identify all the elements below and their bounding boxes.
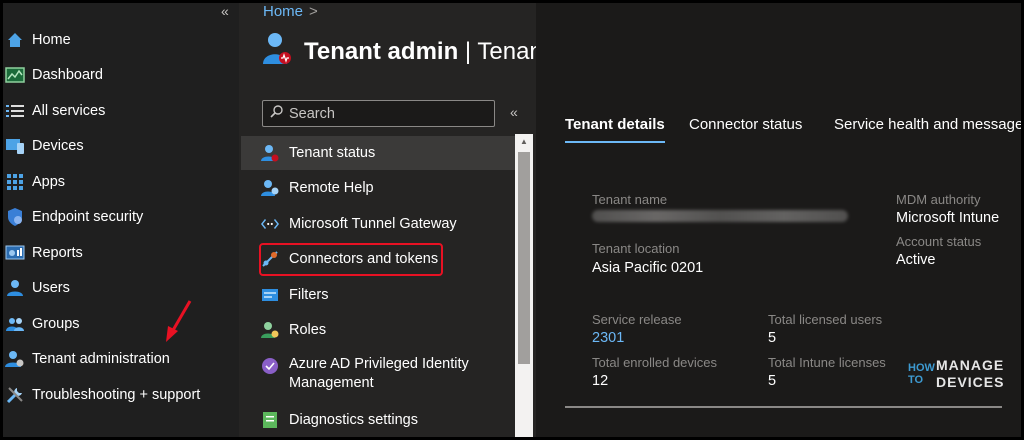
nav-item-label: Users (32, 280, 70, 296)
tenant-status-icon (261, 144, 279, 162)
content-divider (565, 406, 1002, 408)
nav-item-label: All services (32, 103, 106, 119)
groups-icon (5, 314, 25, 334)
breadcrumb-home-link[interactable]: Home (263, 3, 303, 20)
total-intune-licenses-label: Total Intune licenses (768, 355, 886, 370)
roles-icon (261, 321, 279, 339)
nav-item-endpoint-security[interactable]: Endpoint security (0, 200, 236, 234)
tab-connector-status[interactable]: Connector status (689, 116, 802, 133)
nav-item-apps[interactable]: Apps (0, 165, 236, 199)
nav-item-tenant-administration[interactable]: Tenant administration (0, 342, 236, 376)
breadcrumb: Home > (263, 3, 318, 20)
tenant-name-label: Tenant name (592, 192, 668, 207)
watermark-manage: MANAGE (936, 357, 1005, 373)
nav-item-label: Dashboard (32, 67, 103, 83)
tab-service-health[interactable]: Service health and message (834, 116, 1021, 133)
mdm-authority-value: Microsoft Intune (896, 210, 1000, 226)
menu-item-label: Diagnostics settings (289, 412, 418, 428)
menu-item-label: Tenant status (289, 145, 376, 161)
all-services-icon (5, 101, 25, 121)
breadcrumb-separator: > (309, 3, 318, 20)
tenant-name-value-redacted (592, 210, 848, 222)
account-status-value: Active (896, 252, 936, 268)
total-enrolled-devices-label: Total enrolled devices (592, 355, 718, 370)
service-release-link[interactable]: 2301 (592, 330, 624, 346)
menu-item-remote-help[interactable]: Remote Help (241, 171, 515, 205)
total-enrolled-devices-value: 12 (592, 373, 609, 389)
nav-item-devices[interactable]: Devices (0, 129, 236, 163)
tab-tenant-details[interactable]: Tenant details (565, 116, 665, 133)
watermark-how-to: HOW TO (908, 362, 936, 386)
nav-item-label: Apps (32, 174, 66, 190)
watermark-how: HOW (908, 362, 935, 374)
account-status-label: Account status (896, 234, 982, 249)
dashboard-icon (5, 65, 25, 85)
nav-item-label: Devices (32, 138, 84, 154)
nav-item-groups[interactable]: Groups (0, 307, 236, 341)
menu-item-tenant-status[interactable]: Tenant status (241, 136, 515, 170)
menu-item-label: Filters (289, 287, 329, 303)
page-title-bold: Tenant admin (304, 37, 459, 65)
mdm-authority-label: MDM authority (896, 192, 981, 207)
menu-item-tunnel-gateway[interactable]: Microsoft Tunnel Gateway (241, 207, 515, 241)
user-icon (5, 278, 25, 298)
watermark-manage-devices: MANAGE DEVICES (936, 357, 1004, 391)
search-icon (270, 104, 283, 123)
menu-item-label: Microsoft Tunnel Gateway (289, 216, 457, 232)
watermark-devices: DEVICES (936, 374, 1005, 390)
connectors-highlight-box (259, 243, 443, 276)
filter-icon (261, 286, 279, 304)
menu-scrollbar[interactable]: ▲ (515, 134, 533, 437)
tenant-location-value: Asia Pacific 0201 (592, 260, 704, 276)
watermark-to: TO (908, 374, 924, 386)
nav-item-label: Tenant administration (32, 351, 170, 367)
nav-item-label: Endpoint security (32, 209, 144, 225)
howtomanagedevices-watermark: HOW TO MANAGE DEVICES (908, 357, 1004, 391)
active-tab-indicator (565, 141, 665, 143)
menu-item-label: Remote Help (289, 180, 374, 196)
reports-icon (5, 243, 25, 263)
total-licensed-users-value: 5 (768, 330, 777, 346)
nav-item-users[interactable]: Users (0, 271, 236, 305)
scroll-up-arrow-icon[interactable]: ▲ (515, 137, 533, 146)
search-input[interactable] (289, 105, 479, 122)
menu-item-label: Azure AD Privileged Identity Management (289, 356, 469, 391)
tenant-admin-icon (262, 30, 292, 73)
home-icon (5, 30, 25, 50)
annotation-arrow-icon (166, 300, 192, 342)
nav-item-label: Groups (32, 316, 80, 332)
service-release-label: Service release (592, 312, 682, 327)
shield-icon (5, 207, 25, 227)
remote-help-icon (261, 179, 279, 197)
nav-item-dashboard[interactable]: Dashboard (0, 58, 236, 92)
menu-item-diagnostics[interactable]: Diagnostics settings (241, 403, 515, 437)
pim-icon (261, 357, 279, 375)
nav-item-reports[interactable]: Reports (0, 236, 236, 270)
nav-item-label: Home (32, 32, 71, 48)
collapse-menu-button[interactable]: « (510, 104, 518, 120)
total-licensed-users-label: Total licensed users (768, 312, 883, 327)
menu-item-label: Roles (289, 322, 327, 338)
devices-icon (5, 136, 25, 156)
scrollbar-thumb[interactable] (518, 152, 530, 364)
apps-icon (5, 172, 25, 192)
nav-item-all-services[interactable]: All services (0, 94, 236, 128)
collapse-nav-button[interactable]: « (221, 3, 229, 19)
menu-item-pim[interactable]: Azure AD Privileged Identity Management (241, 350, 515, 396)
nav-item-troubleshooting[interactable]: Troubleshooting + support (0, 378, 236, 412)
tenant-admin-icon (5, 349, 25, 369)
search-box[interactable] (262, 100, 495, 127)
menu-item-filters[interactable]: Filters (241, 278, 515, 312)
tenant-location-label: Tenant location (592, 241, 680, 256)
tunnel-icon (261, 215, 279, 233)
nav-item-label: Troubleshooting + support (32, 387, 201, 403)
wrench-icon (5, 385, 25, 405)
diagnostics-icon (261, 411, 279, 429)
total-intune-licenses-value: 5 (768, 373, 777, 389)
menu-item-roles[interactable]: Roles (241, 313, 515, 347)
nav-item-label: Reports (32, 245, 83, 261)
nav-item-home[interactable]: Home (0, 23, 236, 57)
